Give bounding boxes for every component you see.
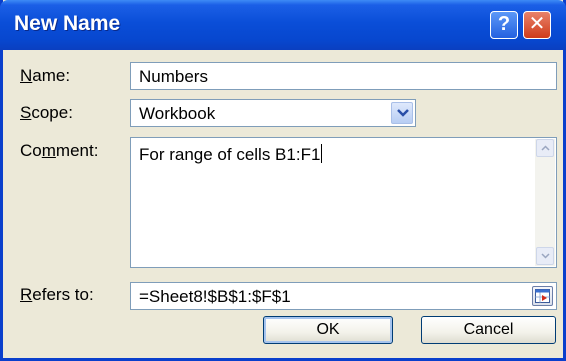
- help-button[interactable]: ?: [490, 11, 518, 39]
- help-icon: ?: [497, 13, 511, 35]
- new-name-dialog: New Name ? ✕ Name: Numbers Scope: Workbo…: [0, 0, 566, 361]
- collapse-dialog-button[interactable]: [532, 286, 553, 306]
- scroll-up-button[interactable]: [536, 139, 554, 157]
- comment-textarea[interactable]: For range of cells B1:F1: [130, 137, 557, 268]
- chevron-down-icon: [541, 253, 550, 259]
- ok-button[interactable]: OK: [263, 316, 393, 344]
- name-label: Name:: [20, 66, 71, 85]
- refers-to-value: =Sheet8!$B$1:$F$1: [139, 287, 291, 306]
- close-icon: ✕: [528, 13, 546, 35]
- name-input[interactable]: Numbers: [130, 62, 557, 90]
- scroll-down-button[interactable]: [536, 247, 554, 265]
- close-button[interactable]: ✕: [523, 11, 551, 39]
- dropdown-arrow-button[interactable]: [391, 102, 413, 124]
- cancel-button[interactable]: Cancel: [421, 316, 556, 344]
- comment-scrollbar[interactable]: [535, 139, 555, 266]
- comment-text: For range of cells B1:F1: [139, 145, 321, 164]
- scope-selected-value: Workbook: [139, 104, 216, 123]
- title-bar[interactable]: New Name ? ✕: [0, 0, 566, 50]
- comment-label: Comment:: [20, 141, 99, 160]
- name-input-value: Numbers: [139, 67, 208, 86]
- scope-label: Scope:: [20, 103, 73, 122]
- scope-dropdown[interactable]: Workbook: [130, 99, 416, 127]
- chevron-up-icon: [541, 145, 550, 151]
- refers-to-input[interactable]: =Sheet8!$B$1:$F$1: [130, 282, 557, 310]
- refers-to-label: Refers to:: [20, 285, 94, 304]
- dialog-title: New Name: [14, 12, 121, 35]
- range-select-icon: [535, 289, 550, 303]
- chevron-down-icon: [397, 109, 409, 117]
- text-cursor: [321, 144, 323, 163]
